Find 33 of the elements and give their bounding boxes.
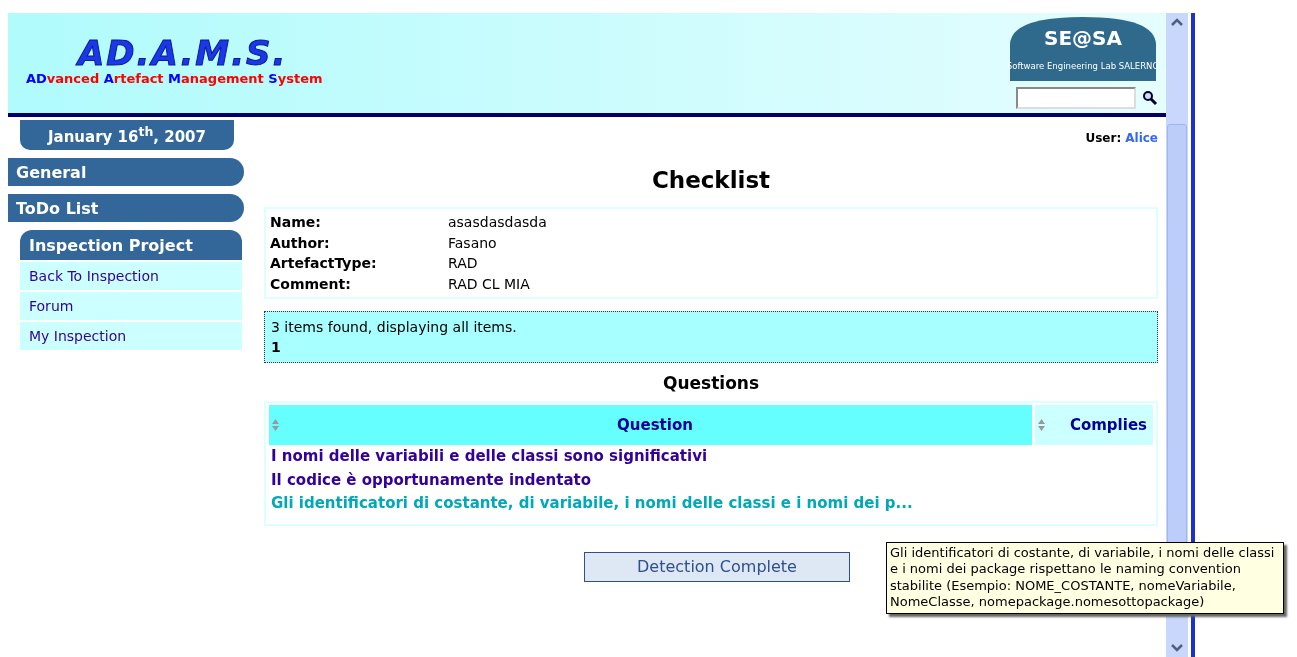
logo-title: AD.A.M.S. (78, 35, 288, 71)
sidebar-link[interactable]: My Inspection (20, 322, 242, 350)
column-header[interactable]: Complies (1035, 405, 1153, 445)
sidebar-link[interactable]: Forum (20, 292, 242, 320)
logo-subtitle: ADvanced Artefact Management System (26, 71, 323, 87)
question-link[interactable]: I nomi delle variabili e delle classi sono significativi (269, 445, 1153, 469)
user-link[interactable]: Alice (1125, 131, 1158, 145)
detail-label: Comment: (270, 274, 352, 294)
detail-value: Fasano (448, 233, 498, 253)
sort-icon (271, 418, 280, 432)
detail-value: RAD (448, 254, 479, 273)
menu-item[interactable]: ToDo List (8, 194, 244, 222)
search-icon[interactable] (1142, 90, 1158, 106)
detail-label: Name: (270, 213, 322, 232)
page-title: Checklist (651, 167, 771, 193)
question-link[interactable]: Il codice è opportunamente indentato (269, 468, 1153, 492)
detail-label: ArtefactType: (270, 254, 378, 273)
search-field[interactable] (1016, 87, 1136, 109)
section-heading: Questions (662, 373, 760, 393)
sort-icon (1037, 418, 1046, 432)
detail-label: Author: (270, 233, 331, 253)
section-title: Inspection Project (20, 230, 242, 260)
detail-value: RAD CL MIA (448, 274, 531, 294)
user-label: User: (1085, 131, 1122, 145)
menu-item[interactable]: General (8, 158, 244, 186)
sidebar-link[interactable]: Back To Inspection (20, 262, 242, 290)
page-number[interactable]: 1 (271, 337, 281, 357)
tooltip: Gli identificatori di costante, di variabile, i nomi delle classi e i nomi dei package rispettano le naming convention stabilite (Esempio: NOME_COSTANTE, nomeVariabile, NomeClasse, nomepackage.nomesottopackage) (886, 541, 1284, 614)
detection-complete-button[interactable]: Detection Complete (584, 551, 850, 582)
items-found-text: 3 items found, displaying all items. (271, 318, 517, 337)
detail-value: asasdasdasda (448, 213, 548, 232)
column-header[interactable]: Question (269, 405, 1032, 445)
date-label: January 16$^{th}$, 2007 (20, 120, 234, 150)
